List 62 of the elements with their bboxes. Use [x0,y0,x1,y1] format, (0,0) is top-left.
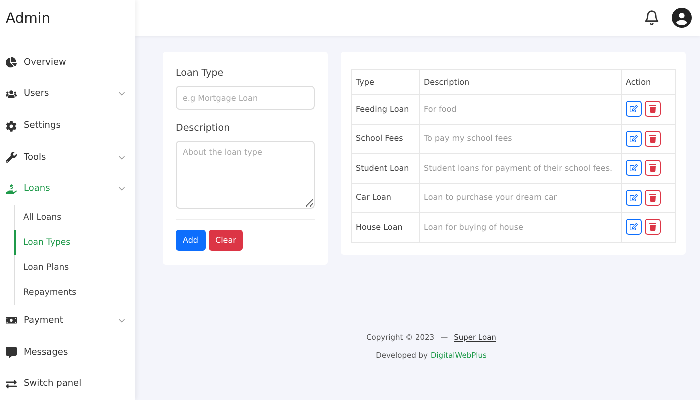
add-button[interactable]: Add [176,230,206,251]
table-cell: Student loans for payment of their school fees. [420,154,622,183]
table-cell: House Loan [352,212,420,242]
trash-icon [649,164,657,172]
loans-icon [6,184,17,195]
sidebar-item[interactable]: Settings [0,110,135,142]
table-cell: For food [420,94,622,124]
column-header: Type [352,70,420,94]
table-cell: Car Loan [352,183,420,212]
trash-icon [649,134,657,143]
trash-icon [649,194,657,202]
input-field[interactable]: e.g Mortgage Loan [176,86,315,110]
sidebar-item[interactable]: Tools [0,142,135,174]
users-icon [6,88,17,100]
settings-icon [6,120,17,132]
delete-button[interactable] [645,219,661,236]
sidebar-item[interactable]: Overview [0,47,135,79]
trash-icon [649,105,657,114]
edit-button[interactable] [626,101,642,118]
submenu-item[interactable]: Loan Types [14,230,135,256]
submenu-item[interactable]: Loan Plans [14,255,135,280]
edit-button[interactable] [626,190,642,206]
description-field[interactable]: About the loan type [176,141,315,209]
field-label: Loan Type [176,68,225,79]
clear-button[interactable]: Clear [208,230,244,251]
avatar-icon[interactable] [672,8,692,28]
sidebar-item[interactable]: Users [0,78,135,110]
payment-icon [6,315,17,326]
edit-button[interactable] [626,160,642,176]
messages-icon [6,347,17,358]
table-cell: Loan for buying of house [420,212,622,242]
field-label: Description [176,123,232,134]
edit-button[interactable] [626,219,642,236]
delete-button[interactable] [645,190,661,206]
delete-button[interactable] [645,130,661,147]
delete-button[interactable] [645,101,661,118]
switch-icon [6,378,17,390]
sidebar-item[interactable]: Payment [0,305,135,337]
delete-button[interactable] [645,160,661,176]
edit-icon [630,134,638,143]
app-title: Admin [5,10,52,29]
table-cell: To pay my school fees [420,124,622,154]
table-cell: Feeding Loan [352,94,420,124]
bell-icon[interactable] [644,10,660,26]
edit-icon [630,223,638,232]
edit-icon [630,105,638,114]
edit-button[interactable] [626,130,642,147]
tools-icon [6,152,17,164]
table-cell: School Fees [352,124,420,154]
column-header: Action [622,70,676,94]
trash-icon [649,223,657,232]
submenu-item[interactable]: All Loans [14,205,135,230]
sidebar-item[interactable]: Switch panel [0,368,135,400]
edit-icon [630,194,638,202]
sidebar-item[interactable]: Messages [0,336,135,368]
table-cell: Loan to purchase your dream car [420,183,622,212]
overview-icon [6,57,17,68]
column-header: Description [420,70,622,94]
edit-icon [630,164,638,172]
submenu-item[interactable]: Repayments [14,280,135,306]
sidebar-item[interactable]: Loans [0,174,135,206]
table-cell: Student Loan [352,154,420,183]
